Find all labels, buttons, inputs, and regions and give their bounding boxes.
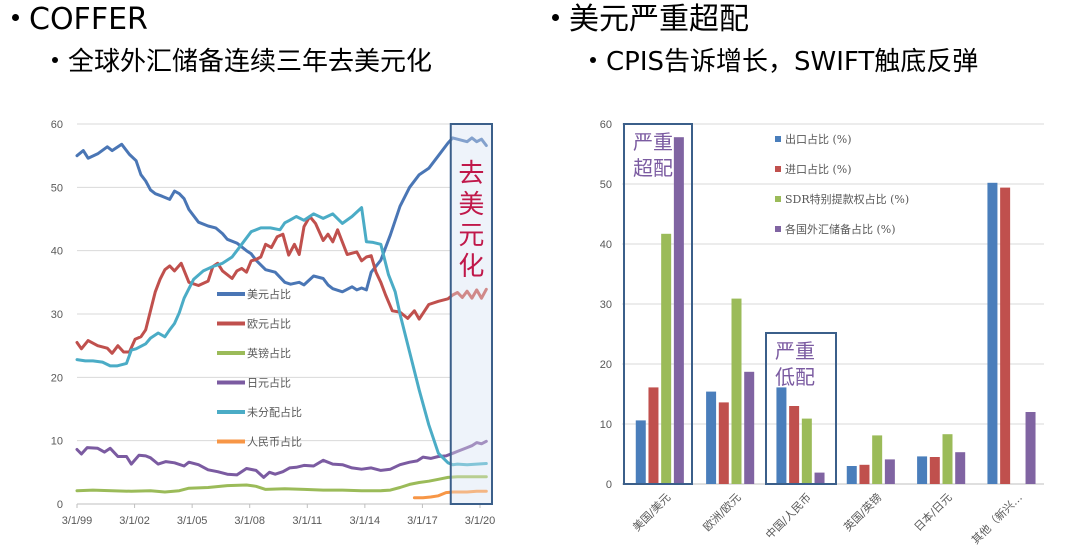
y-tick-label: 50 <box>51 182 63 194</box>
x-tick-label: 3/1/11 <box>292 515 322 527</box>
legend-label: 各国外汇储备占比 (%) <box>785 222 896 236</box>
x-tick-label: 其他（新兴… <box>968 490 1025 547</box>
bar <box>718 402 729 484</box>
annotation-text: 超配 <box>633 156 673 180</box>
bar <box>648 387 659 484</box>
y-tick-label: 10 <box>51 436 63 448</box>
y-tick-label: 10 <box>600 419 612 431</box>
x-tick-label: 3/1/08 <box>234 515 265 527</box>
bar <box>731 298 742 484</box>
legend-label: 出口占比 (%) <box>785 132 852 146</box>
x-tick-label: 3/1/02 <box>119 515 150 527</box>
y-tick-label: 60 <box>51 119 63 131</box>
legend-swatch <box>775 196 781 202</box>
reserve-share-line-chart: 0 10 20 30 40 50 60 3/1/99 3/1/02 3/1/05 3/1/08 3/1… <box>51 119 496 527</box>
bar <box>661 233 672 484</box>
bar <box>776 387 787 484</box>
bar <box>789 406 800 484</box>
legend-label: 欧元占比 <box>247 317 291 331</box>
x-tick-label: 日本/日元 <box>911 490 955 534</box>
x-tick-label: 3/1/99 <box>62 515 93 527</box>
y-tick-label: 20 <box>51 372 63 384</box>
y-tick-label: 40 <box>600 239 612 251</box>
annotation-text: 严重 <box>775 339 815 363</box>
y-tick-label: 20 <box>600 359 612 371</box>
bar <box>814 472 825 484</box>
bar <box>987 182 998 485</box>
bar <box>744 371 755 484</box>
x-tick-label: 3/1/14 <box>350 515 381 527</box>
x-tick-label: 美国/美元 <box>630 491 673 534</box>
y-tick-label: 30 <box>600 299 612 311</box>
annotation-text: 低配 <box>775 365 815 389</box>
series-line <box>75 475 488 494</box>
charts-canvas: 0 10 20 30 40 50 60 3/1/99 3/1/02 3/1/05 3/1/08 3/1… <box>51 119 1044 547</box>
y-tick-label: 0 <box>57 499 63 511</box>
annotation-text: 严重 <box>633 130 673 154</box>
x-tick-label: 欧洲/欧元 <box>701 491 744 534</box>
annotation-char: 去 <box>458 159 484 189</box>
series-line <box>75 206 488 467</box>
x-tick-label: 3/1/17 <box>407 515 438 527</box>
annotation-char: 美 <box>458 190 484 220</box>
legend-label: 美元占比 <box>247 287 291 301</box>
legend-label: 英镑占比 <box>247 346 291 360</box>
bar <box>635 420 646 484</box>
legend-label: SDR特别提款权占比 (%) <box>785 192 909 206</box>
y-tick-label: 50 <box>600 179 612 191</box>
x-tick-label: 英国/英镑 <box>841 490 885 534</box>
x-tick-label: 3/1/05 <box>177 515 208 527</box>
bar <box>872 435 883 484</box>
x-tick-label: 3/1/20 <box>465 515 496 527</box>
y-tick-label: 60 <box>600 119 612 131</box>
bar <box>942 434 953 484</box>
bar <box>673 137 684 484</box>
y-tick-label: 0 <box>606 479 612 491</box>
legend-swatch <box>775 136 781 142</box>
annotation-char: 化 <box>458 252 484 282</box>
bar <box>1025 412 1036 484</box>
bar <box>929 457 940 484</box>
bar <box>917 456 928 484</box>
annotation-char: 元 <box>458 221 484 251</box>
bar <box>859 464 870 484</box>
legend-label: 进口占比 (%) <box>785 162 852 176</box>
bar <box>846 466 857 484</box>
x-tick-label: 中国/人民币 <box>763 491 814 542</box>
bar <box>801 418 812 484</box>
series-line <box>75 215 488 355</box>
series-line <box>75 136 488 294</box>
legend-label: 日元占比 <box>247 376 291 390</box>
y-tick-label: 40 <box>51 246 63 258</box>
legend-label: 未分配占比 <box>247 405 302 419</box>
currency-share-bar-chart: 0 10 20 30 40 50 60 美国/美元 欧洲/欧元 中国/人民币 英国/英镑 日本/日元其… <box>600 119 1044 547</box>
legend-swatch <box>775 226 781 232</box>
bar <box>706 391 717 484</box>
bar <box>884 459 895 484</box>
legend-swatch <box>775 166 781 172</box>
y-tick-label: 30 <box>51 309 63 321</box>
bar <box>955 452 966 484</box>
legend-label: 人民币占比 <box>247 435 302 449</box>
bar <box>1000 187 1011 484</box>
